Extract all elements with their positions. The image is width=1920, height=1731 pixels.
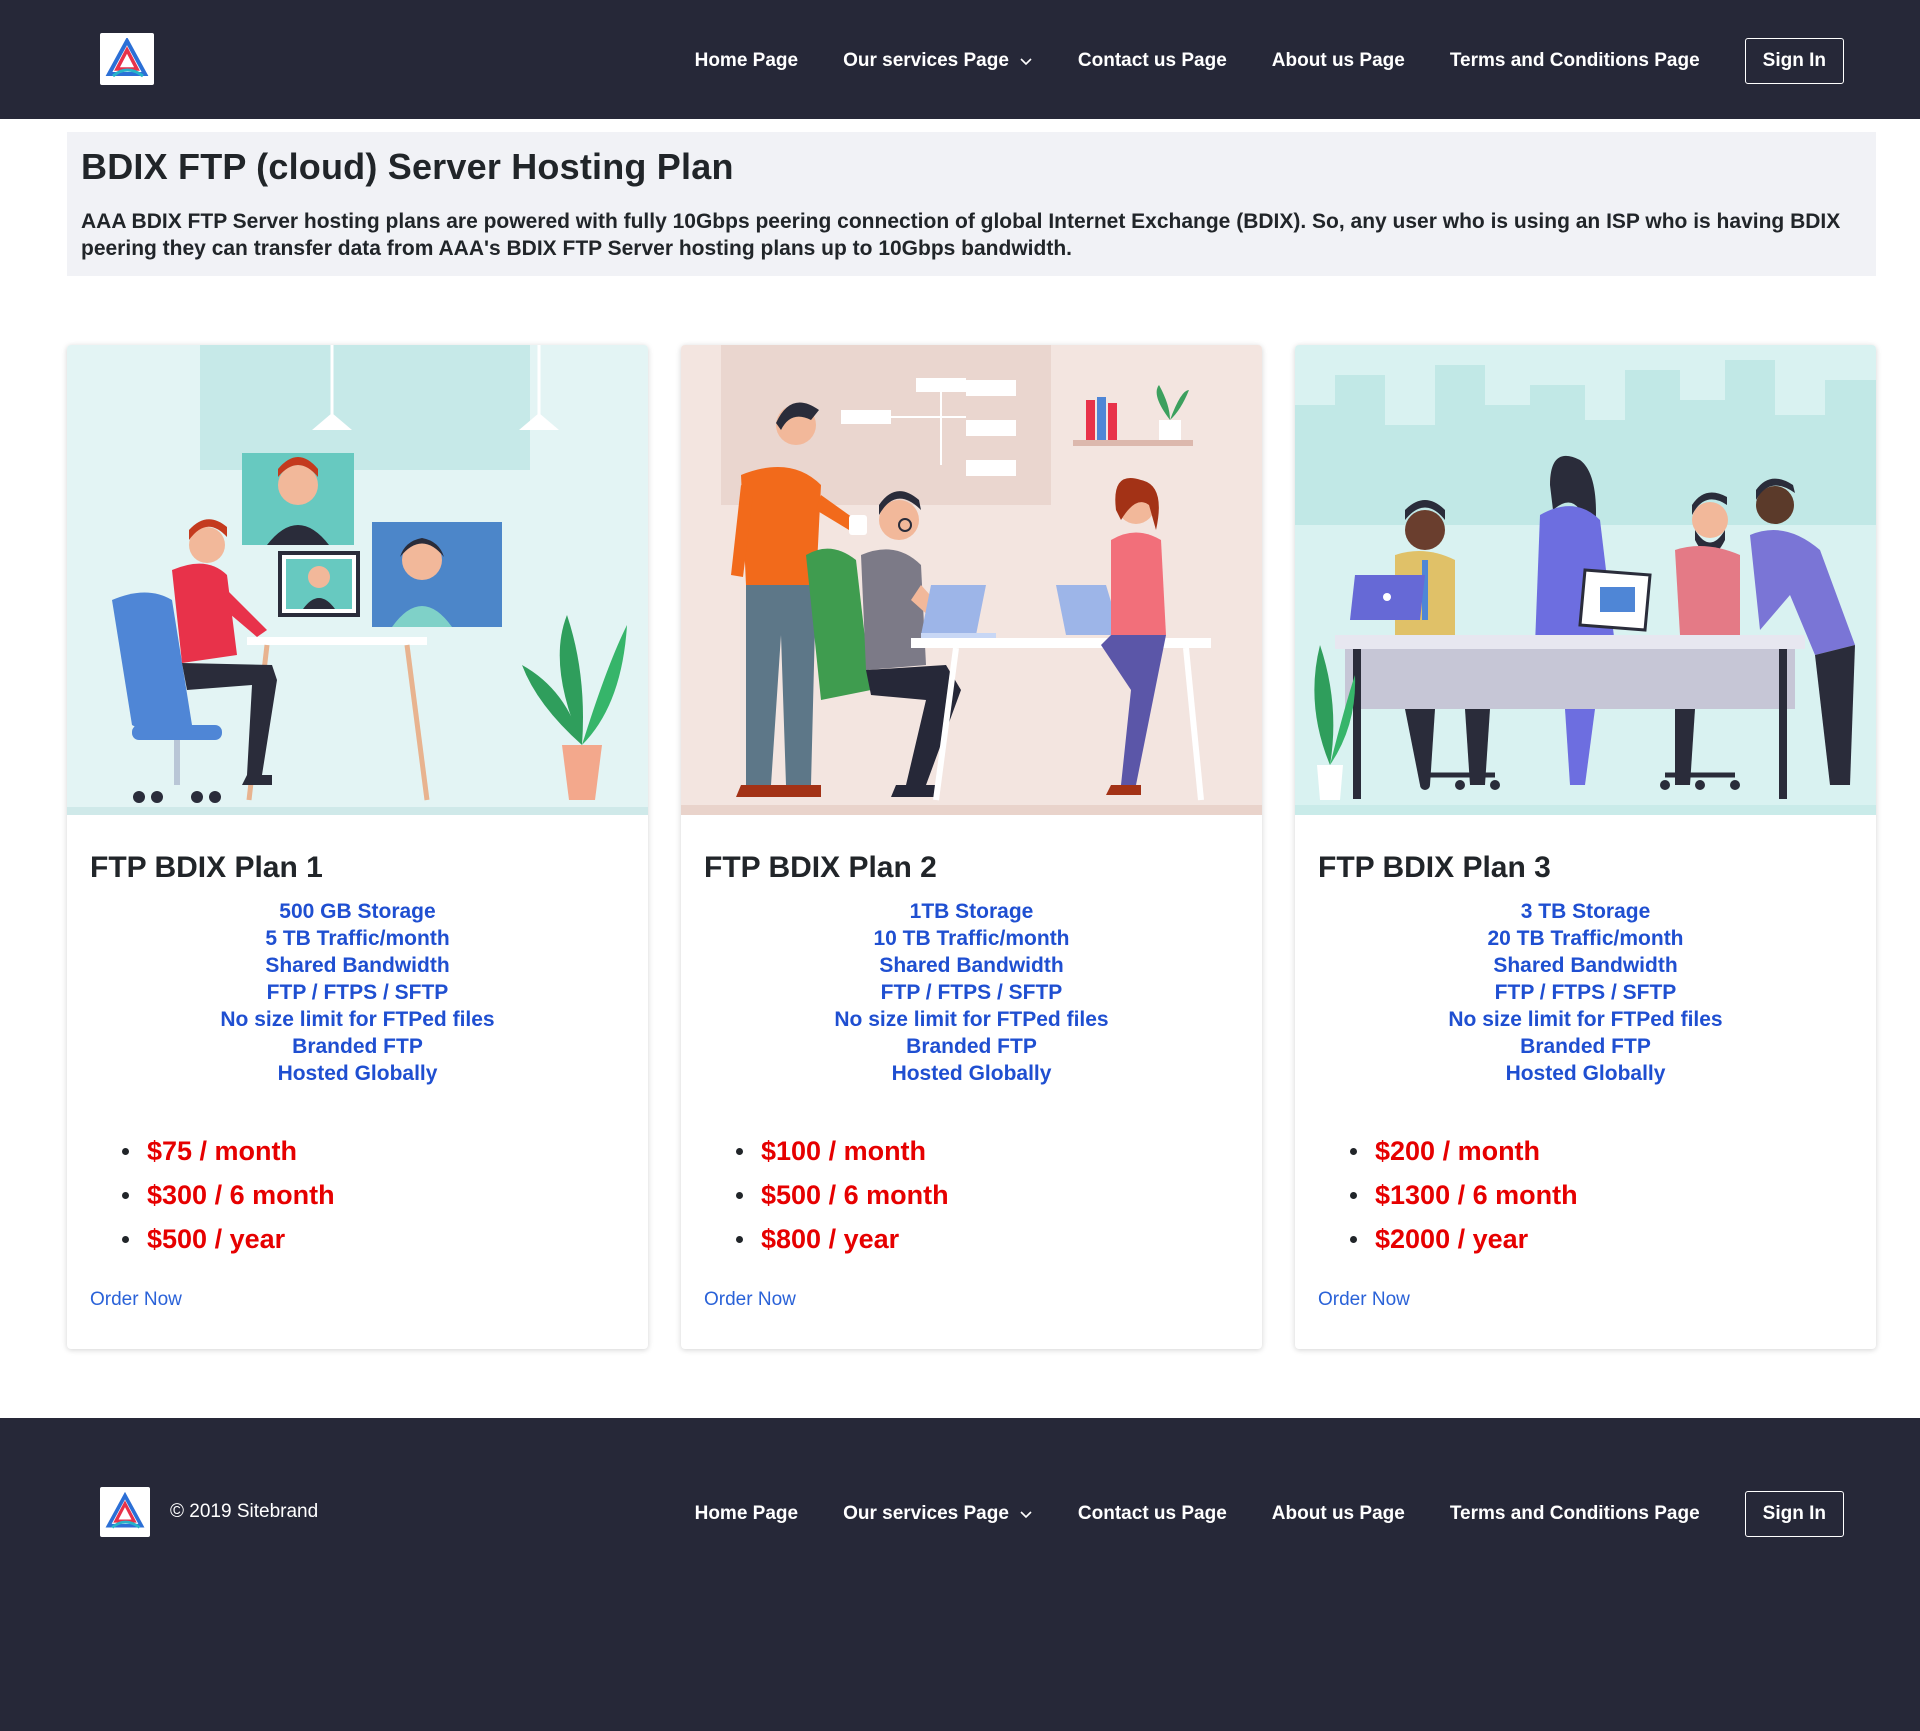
feature-item: Hosted Globally (1505, 1062, 1666, 1085)
feature-item: Hosted Globally (277, 1062, 438, 1085)
footer-nav-home[interactable]: Home Page (695, 1503, 798, 1525)
price-item: $800 / year (736, 1217, 949, 1261)
price-item: $100 / month (736, 1129, 949, 1173)
plan-card-1: FTP BDIX Plan 1 500 GB Storage 5 TB Traf… (67, 345, 648, 1349)
bullet-icon (736, 1236, 743, 1243)
page-description: AAA BDIX FTP Server hosting plans are po… (81, 210, 1841, 260)
feature-list: 1TB Storage 10 TB Traffic/month Shared B… (681, 898, 1262, 1087)
price-list: $100 / month $500 / 6 month $800 / year (736, 1129, 949, 1261)
plan-title: FTP BDIX Plan 2 (704, 851, 937, 884)
nav-services[interactable]: Our services Page (843, 50, 1033, 72)
price-list: $200 / month $1300 / 6 month $2000 / yea… (1350, 1129, 1578, 1261)
feature-item: FTP / FTPS / SFTP (1494, 981, 1677, 1004)
footer: © 2019 Sitebrand Home Page Our services … (0, 1418, 1920, 1731)
bullet-icon (122, 1192, 129, 1199)
nav-terms[interactable]: Terms and Conditions Page (1450, 50, 1700, 72)
footer-row: © 2019 Sitebrand Home Page Our services … (0, 1486, 1920, 1540)
price-item: $500 / year (122, 1217, 335, 1261)
feature-item: No size limit for FTPed files (1448, 1008, 1723, 1031)
nav-about[interactable]: About us Page (1272, 50, 1405, 72)
footer-nav-services[interactable]: Our services Page (843, 1503, 1033, 1525)
nav-home[interactable]: Home Page (695, 50, 798, 72)
footer-nav: Home Page Our services Page Contact us P… (695, 1491, 1844, 1537)
video-conference-illustration (67, 345, 648, 815)
feature-item: No size limit for FTPed files (834, 1008, 1109, 1031)
feature-item: 20 TB Traffic/month (1487, 927, 1684, 950)
bullet-icon (122, 1236, 129, 1243)
price-label: $300 / 6 month (147, 1180, 335, 1210)
top-navbar: Home Page Our services Page Contact us P… (0, 0, 1920, 119)
chevron-down-icon (1020, 1511, 1032, 1519)
feature-item: 1TB Storage (909, 900, 1034, 923)
plan-card-3: FTP BDIX Plan 3 3 TB Storage 20 TB Traff… (1295, 345, 1876, 1349)
plan-title: FTP BDIX Plan 1 (90, 851, 323, 884)
price-item: $2000 / year (1350, 1217, 1578, 1261)
price-label: $75 / month (147, 1136, 298, 1166)
price-item: $75 / month (122, 1129, 335, 1173)
price-item: $200 / month (1350, 1129, 1578, 1173)
feature-item: 3 TB Storage (1520, 900, 1651, 923)
bullet-icon (122, 1148, 129, 1155)
price-label: $500 / 6 month (761, 1180, 949, 1210)
footer-nav-contact[interactable]: Contact us Page (1078, 1503, 1227, 1525)
footer-logo[interactable] (100, 1487, 150, 1537)
page-title: BDIX FTP (cloud) Server Hosting Plan (81, 146, 734, 187)
footer-nav-about[interactable]: About us Page (1272, 1503, 1405, 1525)
price-label: $500 / year (147, 1224, 286, 1254)
feature-item: Hosted Globally (891, 1062, 1052, 1085)
price-item: $500 / 6 month (736, 1173, 949, 1217)
main-nav: Home Page Our services Page Contact us P… (695, 38, 1844, 84)
feature-item: Shared Bandwidth (1493, 954, 1678, 977)
bullet-icon (1350, 1192, 1357, 1199)
sign-in-button[interactable]: Sign In (1744, 38, 1844, 84)
bullet-icon (736, 1148, 743, 1155)
feature-item: Branded FTP (292, 1035, 423, 1058)
hero-section: BDIX FTP (cloud) Server Hosting Plan AAA… (67, 132, 1876, 276)
bullet-icon (1350, 1148, 1357, 1155)
price-label: $1300 / 6 month (1375, 1180, 1578, 1210)
plan-title: FTP BDIX Plan 3 (1318, 851, 1551, 884)
nav-contact[interactable]: Contact us Page (1078, 50, 1227, 72)
order-now-link[interactable]: Order Now (1318, 1289, 1410, 1311)
brand-logo[interactable] (100, 33, 154, 85)
bullet-icon (736, 1192, 743, 1199)
footer-sign-in-button[interactable]: Sign In (1744, 1491, 1844, 1537)
price-item: $1300 / 6 month (1350, 1173, 1578, 1217)
chevron-down-icon (1020, 58, 1032, 66)
triangle-logo-icon (105, 1492, 145, 1529)
feature-item: Shared Bandwidth (265, 954, 450, 977)
price-label: $200 / month (1375, 1136, 1541, 1166)
team-meeting-illustration (1295, 345, 1876, 815)
triangle-logo-icon (105, 38, 149, 78)
price-label: $100 / month (761, 1136, 927, 1166)
office-teamwork-illustration (681, 345, 1262, 815)
bullet-icon (1350, 1236, 1357, 1243)
nav-services-label: Our services Page (843, 50, 1009, 71)
feature-list: 3 TB Storage 20 TB Traffic/month Shared … (1295, 898, 1876, 1087)
copyright-text: © 2019 Sitebrand (170, 1501, 319, 1522)
feature-item: 10 TB Traffic/month (873, 927, 1070, 950)
price-label: $800 / year (761, 1224, 900, 1254)
plan-card-2: FTP BDIX Plan 2 1TB Storage 10 TB Traffi… (681, 345, 1262, 1349)
feature-item: 5 TB Traffic/month (265, 927, 450, 950)
order-now-link[interactable]: Order Now (90, 1289, 182, 1311)
feature-item: FTP / FTPS / SFTP (880, 981, 1063, 1004)
order-now-link[interactable]: Order Now (704, 1289, 796, 1311)
feature-item: Branded FTP (1520, 1035, 1651, 1058)
feature-item: 500 GB Storage (279, 900, 436, 923)
footer-nav-terms[interactable]: Terms and Conditions Page (1450, 1503, 1700, 1525)
footer-nav-services-label: Our services Page (843, 1503, 1009, 1524)
feature-item: Branded FTP (906, 1035, 1037, 1058)
feature-item: No size limit for FTPed files (220, 1008, 495, 1031)
feature-list: 500 GB Storage 5 TB Traffic/month Shared… (67, 898, 648, 1087)
feature-item: Shared Bandwidth (879, 954, 1064, 977)
price-label: $2000 / year (1375, 1224, 1529, 1254)
feature-item: FTP / FTPS / SFTP (266, 981, 449, 1004)
price-item: $300 / 6 month (122, 1173, 335, 1217)
price-list: $75 / month $300 / 6 month $500 / year (122, 1129, 335, 1261)
